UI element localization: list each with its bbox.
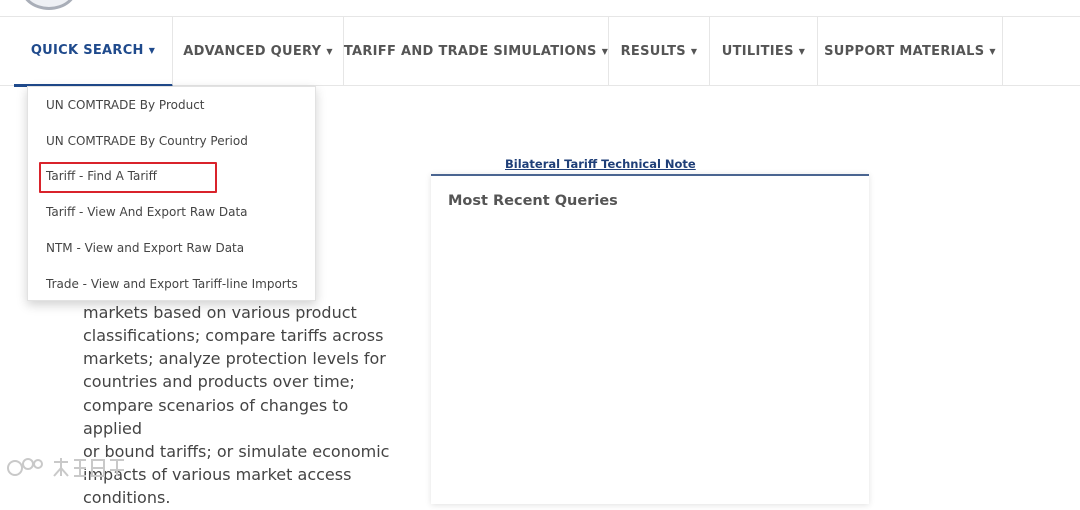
caret-down-icon: ▼ xyxy=(601,47,609,56)
intro-line: markets based on various product xyxy=(83,302,357,322)
caret-down-icon: ▼ xyxy=(148,46,156,55)
intro-line: countries and products over time; xyxy=(83,372,355,392)
bilateral-tariff-technical-note-link[interactable]: Bilateral Tariff Technical Note xyxy=(505,157,696,171)
intro-line: markets; analyze protection levels for xyxy=(83,349,386,369)
nav-advanced-query-label: ADVANCED QUERY xyxy=(183,44,322,59)
nav-quick-search-label: QUICK SEARCH xyxy=(30,43,144,58)
nav-tariff-trade-simulations-label: TARIFF AND TRADE SIMULATIONS xyxy=(343,44,597,59)
quick-search-dropdown: UN COMTRADE By Product UN COMTRADE By Co… xyxy=(27,86,316,301)
nav-utilities-label: UTILITIES xyxy=(721,44,794,59)
dropdown-item-tariff-find-a-tariff[interactable]: Tariff - Find A Tariff xyxy=(46,169,157,183)
dropdown-item-trade-view-export-tariff-line-imports[interactable]: Trade - View and Export Tariff-line Impo… xyxy=(46,277,298,291)
intro-line: classifications; compare tariffs across xyxy=(83,326,384,346)
watermark-text-icon xyxy=(53,458,124,477)
caret-down-icon: ▼ xyxy=(798,47,806,56)
nav-menu: QUICK SEARCH ▼ ADVANCED QUERY ▼ TARIFF A… xyxy=(14,17,1003,87)
caret-down-icon: ▼ xyxy=(326,47,333,56)
dropdown-item-un-comtrade-by-product[interactable]: UN COMTRADE By Product xyxy=(46,98,205,112)
recent-queries-title: Most Recent Queries xyxy=(448,193,618,209)
dropdown-item-ntm-view-export-raw-data[interactable]: NTM - View and Export Raw Data xyxy=(46,241,244,255)
nav-utilities[interactable]: UTILITIES ▼ xyxy=(710,17,818,86)
dropdown-item-tariff-view-export-raw-data[interactable]: Tariff - View And Export Raw Data xyxy=(46,205,248,219)
nav-support-materials[interactable]: SUPPORT MATERIALS ▼ xyxy=(818,17,1003,86)
nav-support-materials-label: SUPPORT MATERIALS xyxy=(824,44,985,59)
intro-line: compare scenarios of changes to applied xyxy=(83,395,349,438)
main-navbar: QUICK SEARCH ▼ ADVANCED QUERY ▼ TARIFF A… xyxy=(0,16,1080,87)
watermark-logo-icon xyxy=(7,458,43,476)
recent-queries-panel: Most Recent Queries xyxy=(431,174,869,504)
watermark xyxy=(6,456,134,478)
nav-advanced-query[interactable]: ADVANCED QUERY ▼ xyxy=(173,17,344,86)
nav-results[interactable]: RESULTS ▼ xyxy=(609,17,710,86)
nav-quick-search[interactable]: QUICK SEARCH ▼ xyxy=(14,17,173,87)
dropdown-item-un-comtrade-by-country-period[interactable]: UN COMTRADE By Country Period xyxy=(46,134,248,148)
nav-tariff-trade-simulations[interactable]: TARIFF AND TRADE SIMULATIONS ▼ xyxy=(344,17,609,86)
nav-results-label: RESULTS xyxy=(620,44,686,59)
site-logo xyxy=(20,0,78,10)
caret-down-icon: ▼ xyxy=(989,47,996,56)
caret-down-icon: ▼ xyxy=(690,47,698,56)
